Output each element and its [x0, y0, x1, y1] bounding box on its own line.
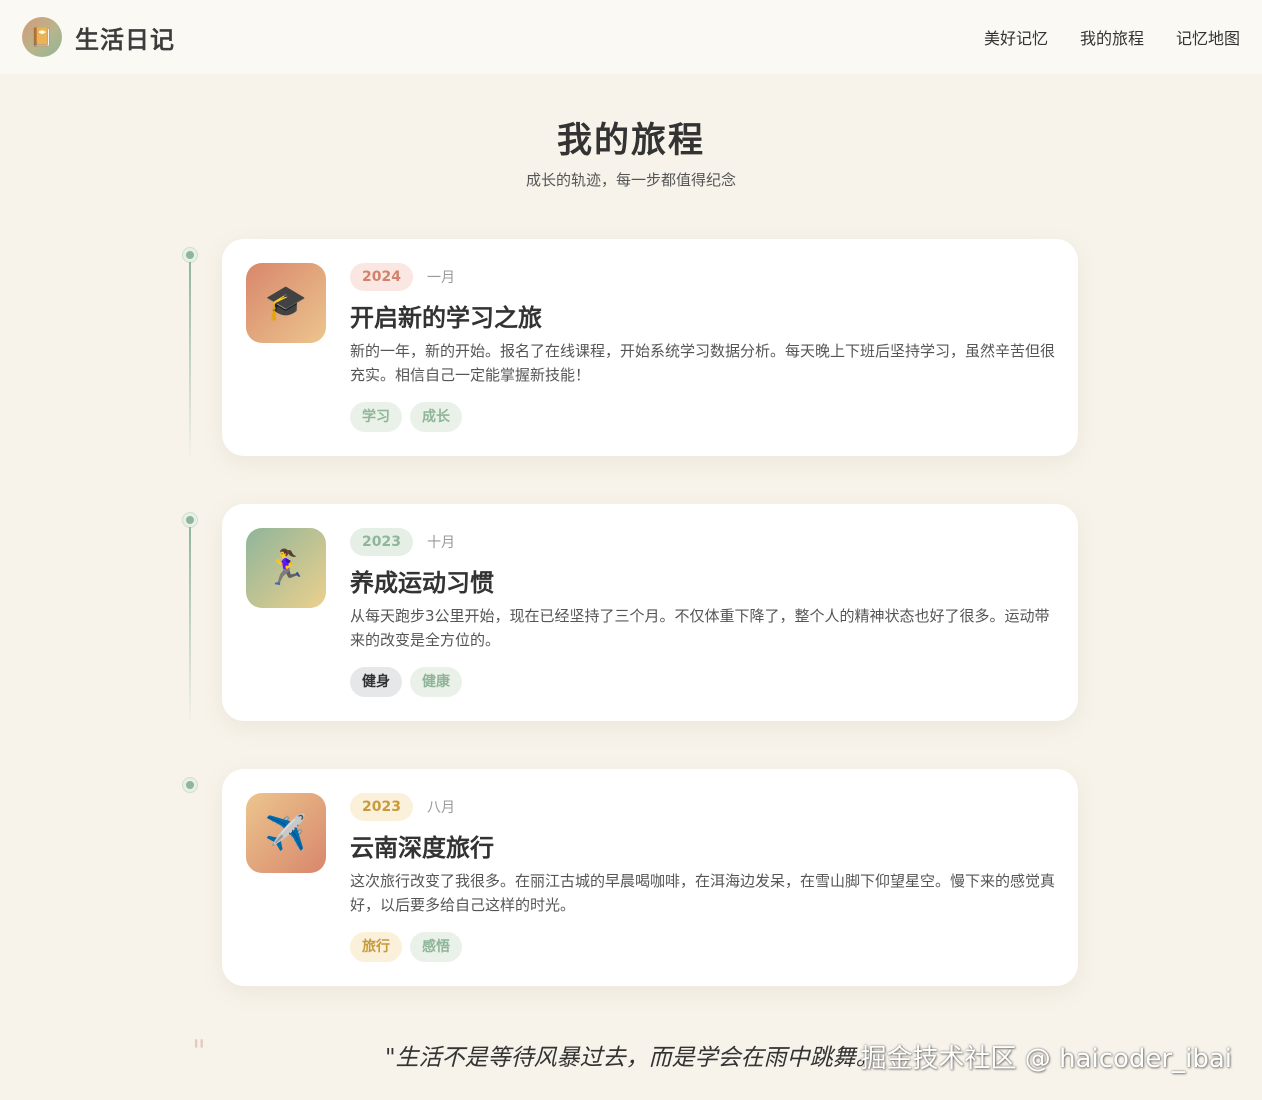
tag-list: 旅行 感悟: [350, 932, 1060, 962]
nav-link-map[interactable]: 记忆地图: [1176, 25, 1240, 49]
card-title: 养成运动习惯: [350, 568, 494, 597]
timeline-dot: [183, 248, 197, 262]
year-badge: 2023: [350, 793, 413, 821]
card-description: 新的一年，新的开始。报名了在线课程，开始系统学习数据分析。每天晚上下班后坚持学习…: [350, 342, 1056, 384]
diary-icon[interactable]: 📔: [22, 17, 62, 57]
month-label: 八月: [426, 800, 455, 816]
graduation-cap-icon: 🎓: [246, 263, 326, 343]
tag-list: 学习 成长: [350, 402, 1060, 432]
tag-list: 健身 健康: [350, 667, 1060, 697]
card-description: 从每天跑步3公里开始，现在已经坚持了三个月。不仅体重下降了，整个人的精神状态也好…: [350, 607, 1050, 649]
card-body: 2023 八月 云南深度旅行 这次旅行改变了我很多。在丽江古城的早晨喝咖啡，在洱…: [350, 793, 1060, 962]
card-icon-glyph: 🏃‍♀️: [264, 548, 308, 588]
card-body: 2024 一月 开启新的学习之旅 新的一年，新的开始。报名了在线课程，开始系统学…: [350, 263, 1060, 432]
journey-card[interactable]: ✈️ 2023 八月 云南深度旅行 这次旅行改变了我很多。在丽江古城的早晨喝咖啡…: [222, 769, 1078, 986]
timeline-line: [189, 262, 191, 462]
nav-link-journey[interactable]: 我的旅程: [1080, 25, 1144, 49]
card-meta: 2024 一月: [350, 263, 1060, 291]
timeline-dot: [183, 778, 197, 792]
tag-chip[interactable]: 感悟: [410, 932, 462, 962]
page-subtitle: 成长的轨迹，每一步都值得纪念: [525, 171, 736, 189]
card-body: 2023 十月 养成运动习惯 从每天跑步3公里开始，现在已经坚持了三个月。不仅体…: [350, 528, 1060, 697]
card-meta: 2023 八月: [350, 793, 1060, 821]
quote-text: "生活不是等待风暴过去，而是学会在雨中跳舞。: [385, 1045, 879, 1071]
tag-chip[interactable]: 学习: [350, 402, 402, 432]
nav-links: 美好记忆 我的旅程 记忆地图: [984, 25, 1240, 49]
nav-link-memories[interactable]: 美好记忆: [984, 25, 1048, 49]
month-label: 十月: [426, 535, 455, 551]
year-badge: 2024: [350, 263, 413, 291]
tag-chip[interactable]: 成长: [410, 402, 462, 432]
navbar: 📔 生活日记 美好记忆 我的旅程 记忆地图: [0, 0, 1262, 74]
card-icon-glyph: ✈️: [264, 813, 308, 853]
page-title: 我的旅程: [556, 120, 705, 161]
tag-chip[interactable]: 健康: [410, 667, 462, 697]
card-icon-glyph: 🎓: [264, 283, 308, 323]
journey-card[interactable]: 🏃‍♀️ 2023 十月 养成运动习惯 从每天跑步3公里开始，现在已经坚持了三个…: [222, 504, 1078, 721]
month-label: 一月: [426, 270, 455, 286]
timeline-line: [189, 527, 191, 727]
card-description: 这次旅行改变了我很多。在丽江古城的早晨喝咖啡，在洱海边发呆，在雪山脚下仰望星空。…: [350, 872, 1056, 914]
runner-icon: 🏃‍♀️: [246, 528, 326, 608]
card-title: 云南深度旅行: [350, 833, 494, 862]
journey-card[interactable]: 🎓 2024 一月 开启新的学习之旅 新的一年，新的开始。报名了在线课程，开始系…: [222, 239, 1078, 456]
year-badge: 2023: [350, 528, 413, 556]
card-meta: 2023 十月: [350, 528, 1060, 556]
quote-mark-icon: ": [192, 1034, 206, 1069]
airplane-icon: ✈️: [246, 793, 326, 873]
watermark: 掘金技术社区 @ haicoder_ibai: [860, 1044, 1232, 1074]
timeline-dot: [183, 513, 197, 527]
card-title: 开启新的学习之旅: [350, 303, 542, 332]
logo-glyph: 📔: [30, 26, 54, 48]
tag-chip[interactable]: 健身: [350, 667, 402, 697]
brand-title[interactable]: 生活日记: [75, 20, 175, 55]
tag-chip[interactable]: 旅行: [350, 932, 402, 962]
